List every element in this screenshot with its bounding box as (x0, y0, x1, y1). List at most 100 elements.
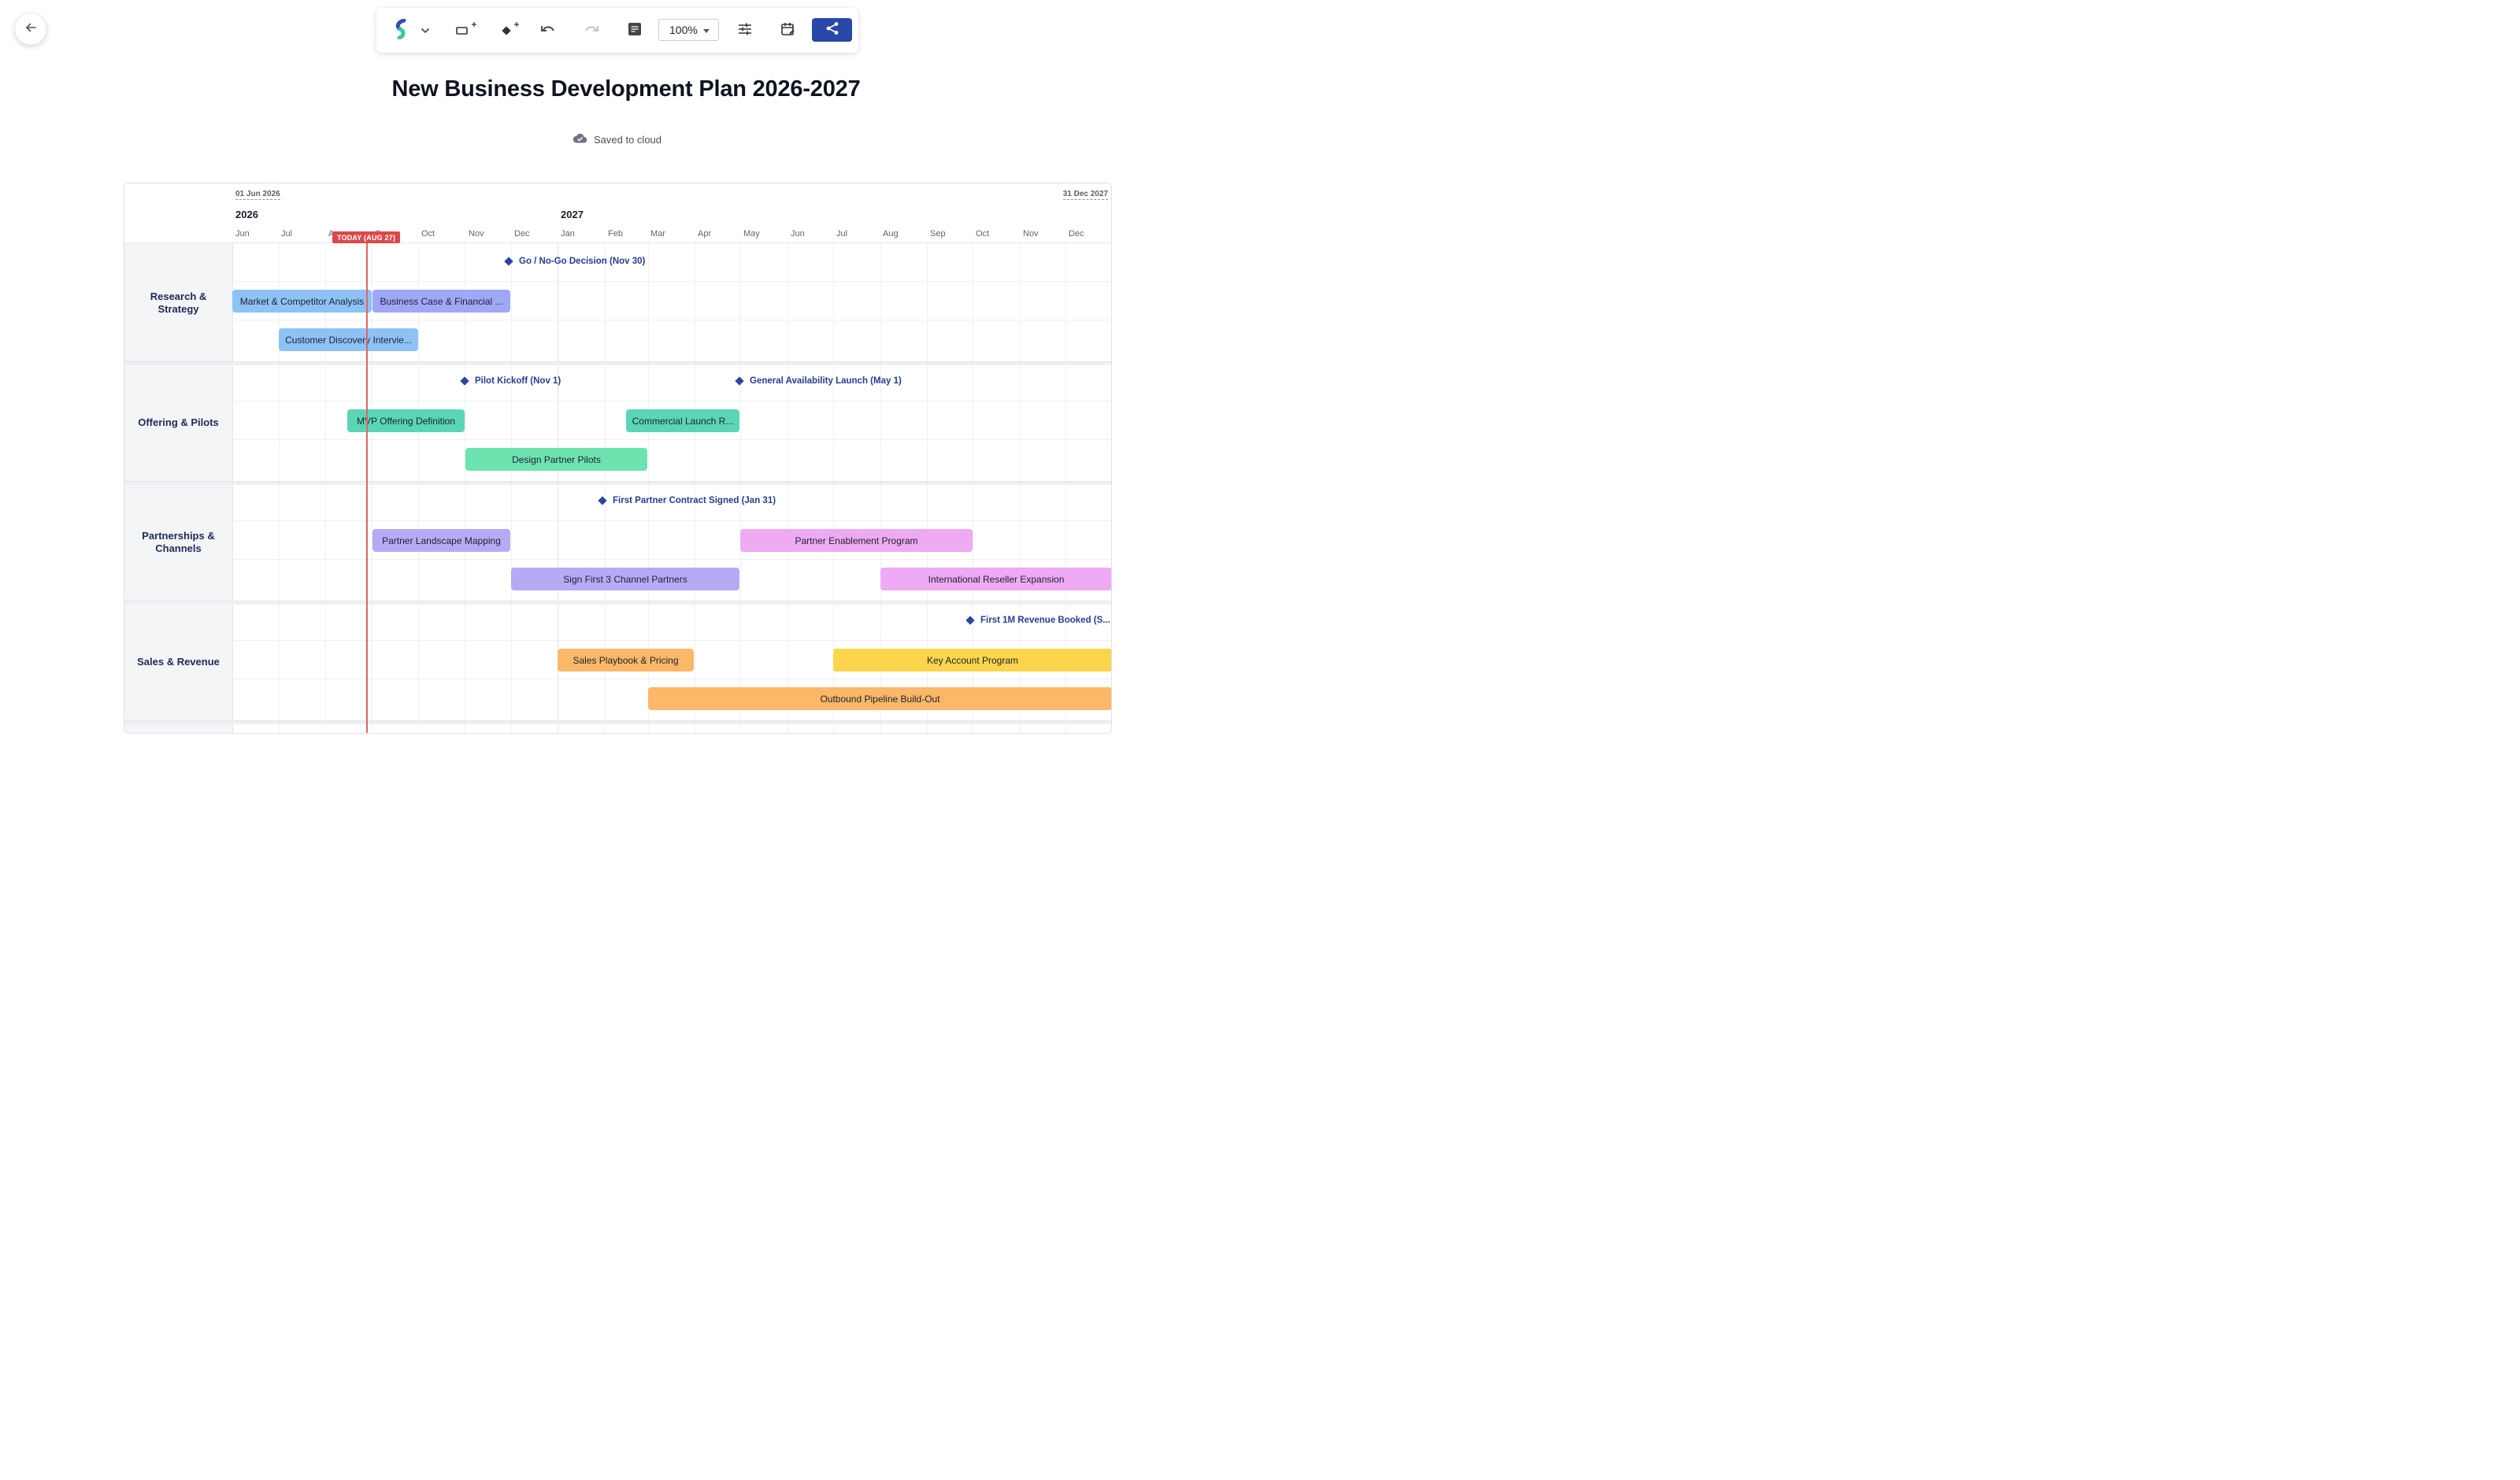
task-label: Outbound Pipeline Build-Out (820, 693, 940, 705)
today-marker: TODAY (AUG 27) (332, 231, 401, 243)
task-label: Customer Discovery Intervie... (285, 334, 412, 346)
end-date-label[interactable]: 31 Dec 2027 (1062, 190, 1108, 200)
task-label: Business Case & Financial ... (380, 295, 503, 307)
month-label: Oct (421, 229, 435, 239)
calendar-button[interactable] (779, 19, 798, 43)
save-status-text: Saved to cloud (594, 133, 662, 146)
group-divider (124, 601, 1111, 605)
milestone-diamond-icon (460, 376, 469, 386)
month-gridline (418, 243, 419, 733)
task-label: MVP Offering Definition (357, 415, 455, 427)
zoom-value: 100% (669, 24, 698, 36)
task-bar[interactable]: Commercial Launch R... (626, 409, 739, 432)
task-label: International Reseller Expansion (928, 573, 1065, 585)
milestone[interactable]: Pilot Kickoff (Nov 1) (460, 376, 561, 386)
back-button[interactable] (15, 13, 46, 45)
notes-button[interactable] (626, 19, 643, 43)
task-bar[interactable]: Partner Enablement Program (740, 529, 973, 552)
month-label: Nov (1023, 229, 1039, 239)
milestone-diamond-icon (735, 376, 744, 386)
month-gridline (740, 243, 741, 733)
month-label: Jan (561, 229, 575, 239)
today-line (366, 239, 368, 733)
group-divider (124, 361, 1111, 365)
add-milestone-button[interactable] (498, 19, 524, 43)
redo-button[interactable] (582, 19, 601, 43)
milestone-diamond-icon (504, 257, 513, 266)
month-label: Mar (650, 229, 665, 239)
app-logo-button[interactable] (391, 18, 413, 43)
month-label: Aug (883, 229, 899, 239)
calendar-edit-icon (781, 22, 795, 40)
add-milestone-icon (499, 20, 523, 42)
undo-icon (540, 24, 556, 39)
year-label: 2026 (235, 209, 258, 220)
notes-icon (628, 22, 641, 39)
month-label: Jun (791, 229, 805, 239)
task-bar[interactable]: Market & Competitor Analysis (232, 290, 372, 313)
month-label: Jul (836, 229, 848, 239)
row-divider (232, 520, 1111, 521)
task-label: Market & Competitor Analysis (239, 295, 365, 307)
task-bar[interactable]: Outbound Pipeline Build-Out (648, 687, 1111, 710)
task-bar[interactable]: International Reseller Expansion (880, 568, 1111, 590)
task-bar[interactable]: Partner Landscape Mapping (372, 529, 510, 552)
redo-icon (584, 24, 599, 39)
group-label-research-strategy[interactable]: Research & Strategy (124, 244, 232, 362)
month-label: Jul (281, 229, 293, 239)
task-bar[interactable]: Sales Playbook & Pricing (558, 649, 694, 672)
month-gridline (279, 243, 280, 733)
toolbar: 100% (376, 8, 858, 53)
cloud-check-icon (573, 133, 587, 146)
page-title: New Business Development Plan 2026-2027 (391, 76, 861, 102)
milestone-label: Pilot Kickoff (Nov 1) (475, 376, 561, 386)
zoom-select[interactable]: 100% (658, 19, 719, 41)
month-label: Sep (930, 229, 946, 239)
month-label: May (743, 229, 760, 239)
add-task-button[interactable] (454, 19, 480, 43)
group-label-partnerships-channels[interactable]: Partnerships & Channels (124, 483, 232, 601)
milestone-diamond-icon (965, 616, 975, 625)
milestone-label: Go / No-Go Decision (Nov 30) (519, 257, 646, 266)
row-divider (232, 559, 1111, 560)
share-button[interactable] (812, 18, 852, 42)
group-label-sales-revenue[interactable]: Sales & Revenue (124, 603, 232, 721)
task-bar[interactable]: Key Account Program (833, 649, 1111, 672)
task-bar[interactable]: MVP Offering Definition (347, 409, 465, 432)
milestone[interactable]: First Partner Contract Signed (Jan 31) (598, 496, 776, 505)
task-label: Commercial Launch R... (632, 415, 734, 427)
milestone-label: First 1M Revenue Booked (S... (980, 616, 1110, 625)
group-label-offering-pilots[interactable]: Offering & Pilots (124, 364, 232, 482)
add-task-icon (455, 20, 479, 42)
task-bar[interactable]: Sign First 3 Channel Partners (511, 568, 739, 590)
undo-button[interactable] (539, 19, 558, 43)
logo-menu-button[interactable] (417, 19, 433, 43)
task-bar[interactable]: Business Case & Financial ... (372, 290, 510, 313)
gantt-chart: 01 Jun 2026 31 Dec 2027 2026 2027 Jun Ju… (124, 183, 1112, 734)
group-divider (124, 481, 1111, 485)
month-label: Feb (608, 229, 623, 239)
milestone[interactable]: Go / No-Go Decision (Nov 30) (504, 257, 646, 266)
chevron-down-icon (421, 24, 430, 38)
start-date-label[interactable]: 01 Jun 2026 (235, 190, 280, 200)
save-status: Saved to cloud (573, 133, 662, 146)
year-label: 2027 (561, 209, 584, 220)
sliders-icon (738, 23, 752, 39)
share-icon (825, 21, 839, 39)
month-label: Oct (976, 229, 990, 239)
task-bar[interactable]: Design Partner Pilots (465, 448, 647, 471)
month-label: Jun (235, 229, 250, 239)
group-divider (124, 720, 1111, 724)
task-bar[interactable]: Customer Discovery Intervie... (279, 328, 418, 351)
milestone[interactable]: General Availability Launch (May 1) (735, 376, 902, 386)
task-label: Sign First 3 Channel Partners (563, 573, 687, 585)
milestone-label: First Partner Contract Signed (Jan 31) (613, 496, 776, 505)
settings-button[interactable] (736, 19, 754, 43)
milestone-diamond-icon (598, 496, 607, 505)
milestone[interactable]: First 1M Revenue Booked (S... (965, 616, 1110, 625)
task-label: Partner Landscape Mapping (382, 535, 501, 546)
task-label: Key Account Program (926, 654, 1019, 666)
task-label: Partner Enablement Program (795, 535, 918, 546)
header-divider (124, 242, 1111, 243)
task-label: Design Partner Pilots (512, 453, 601, 465)
